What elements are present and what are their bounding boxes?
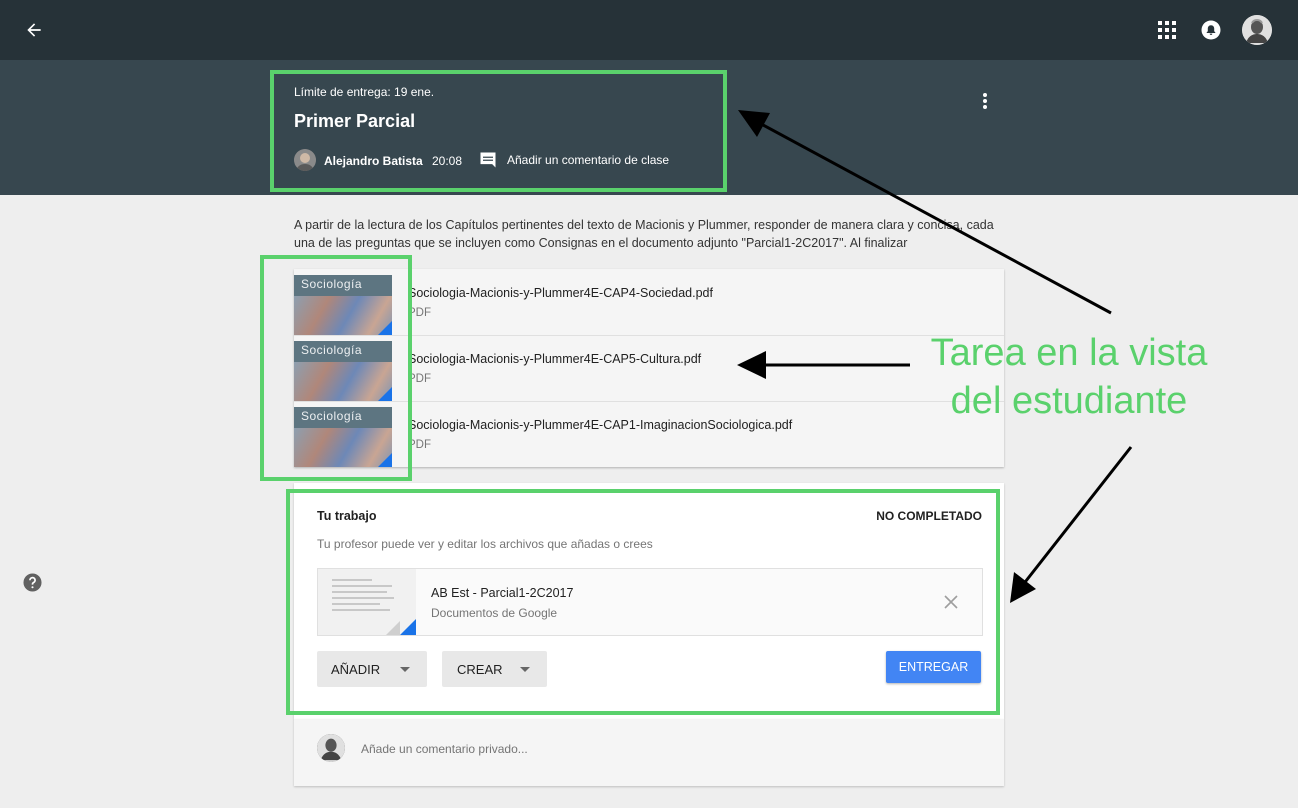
arrow-to-attachments xyxy=(737,351,910,379)
arrow-to-your-work xyxy=(1010,446,1133,603)
arrow-to-header xyxy=(738,110,1112,315)
annotation-label-line2: del estudiante xyxy=(950,380,1188,422)
annotation-label-line1: Tarea en la vista xyxy=(930,332,1208,374)
